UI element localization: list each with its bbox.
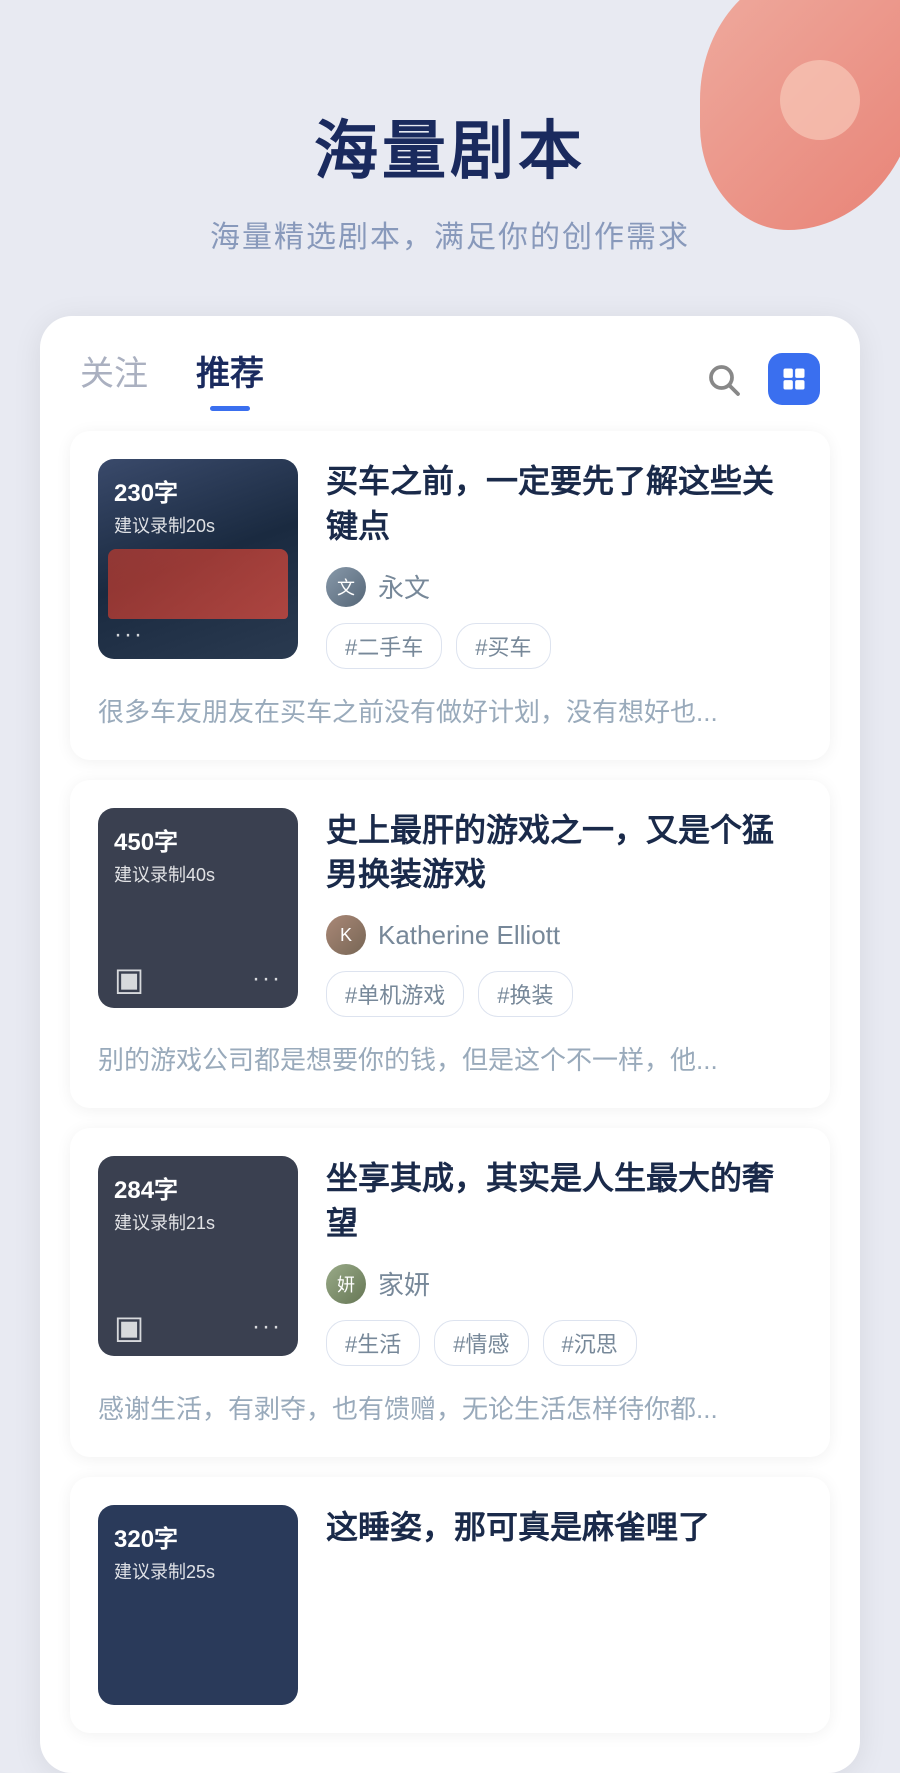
card-title-1: 买车之前，一定要先了解这些关键点 — [326, 459, 802, 549]
script-card-2[interactable]: 450字 建议录制40s ▣ ··· 史上最肝的游戏之一，又是个猛男换装游戏 K… — [70, 780, 830, 1109]
author-name-1: 永文 — [378, 568, 430, 605]
tab-follow[interactable]: 关注 — [80, 346, 148, 411]
author-row-2: K Katherine Elliott — [326, 915, 802, 955]
card-preview-1: 很多车友朋友在买车之前没有做好计划，没有想好也... — [98, 689, 802, 732]
duration-3: 建议录制21s — [114, 1209, 282, 1235]
car-illustration — [108, 549, 288, 619]
tag-1-0[interactable]: #二手车 — [326, 623, 442, 669]
script-card-3[interactable]: 284字 建议录制21s ▣ ··· 坐享其成，其实是人生最大的奢望 妍 家妍 — [70, 1128, 830, 1457]
thumbnail-overlay-1: 230字 建议录制20s — [98, 459, 298, 538]
author-row-3: 妍 家妍 — [326, 1264, 802, 1304]
card-preview-2: 别的游戏公司都是想要你的钱，但是这个不一样，他... — [98, 1037, 802, 1080]
tag-3-1[interactable]: #情感 — [434, 1320, 528, 1366]
duration-2: 建议录制40s — [114, 861, 282, 887]
card-info-1: 买车之前，一定要先了解这些关键点 文 永文 #二手车 #买车 — [326, 459, 802, 669]
film-icon-2: ▣ — [114, 960, 144, 998]
author-avatar-1: 文 — [326, 567, 366, 607]
author-avatar-2: K — [326, 915, 366, 955]
card-title-2: 史上最肝的游戏之一，又是个猛男换装游戏 — [326, 808, 802, 898]
card-preview-3: 感谢生活，有剥夺，也有馈赠，无论生活怎样待你都... — [98, 1386, 802, 1429]
script-card-1[interactable]: 230字 建议录制20s ··· 买车之前，一定要先了解这些关键点 文 永文 — [70, 431, 830, 760]
card-info-2: 史上最肝的游戏之一，又是个猛男换装游戏 K Katherine Elliott … — [326, 808, 802, 1018]
duration-4: 建议录制25s — [114, 1558, 282, 1584]
thumbnail-2: 450字 建议录制40s ▣ ··· — [98, 808, 298, 1008]
tag-2-0[interactable]: #单机游戏 — [326, 971, 464, 1017]
tag-2-1[interactable]: #换装 — [478, 971, 572, 1017]
word-count-1: 230字 — [114, 473, 282, 508]
word-count-2: 450字 — [114, 822, 282, 857]
word-count-4: 320字 — [114, 1519, 282, 1554]
tag-1-1[interactable]: #买车 — [456, 623, 550, 669]
card-title-3: 坐享其成，其实是人生最大的奢望 — [326, 1156, 802, 1246]
main-card: 关注 推荐 230字 建议录制20 — [40, 316, 860, 1773]
tag-3-2[interactable]: #沉思 — [543, 1320, 637, 1366]
tags-row-2: #单机游戏 #换装 — [326, 971, 802, 1017]
thumbnail-overlay-4: 320字 建议录制25s — [98, 1505, 298, 1584]
grid-menu-button[interactable] — [768, 353, 820, 405]
card-info-4: 这睡姿，那可真是麻雀哩了 — [326, 1505, 802, 1568]
content-list: 230字 建议录制20s ··· 买车之前，一定要先了解这些关键点 文 永文 — [40, 411, 860, 1753]
thumbnail-1: 230字 建议录制20s ··· — [98, 459, 298, 659]
tags-row-1: #二手车 #买车 — [326, 623, 802, 669]
author-row-1: 文 永文 — [326, 567, 802, 607]
card-top-3: 284字 建议录制21s ▣ ··· 坐享其成，其实是人生最大的奢望 妍 家妍 — [98, 1156, 802, 1366]
grid-icon — [780, 365, 808, 393]
thumb-bottom-1: ··· — [98, 621, 298, 649]
word-count-3: 284字 — [114, 1170, 282, 1205]
thumbnail-overlay-3: 284字 建议录制21s — [98, 1156, 298, 1235]
page-main-title: 海量剧本 — [0, 100, 900, 192]
tab-recommend[interactable]: 推荐 — [196, 346, 264, 411]
search-icon — [705, 361, 741, 397]
author-name-2: Katherine Elliott — [378, 920, 560, 951]
film-icon-3: ▣ — [114, 1308, 144, 1346]
author-name-3: 家妍 — [378, 1265, 430, 1302]
duration-1: 建议录制20s — [114, 512, 282, 538]
card-top-1: 230字 建议录制20s ··· 买车之前，一定要先了解这些关键点 文 永文 — [98, 459, 802, 669]
card-top-2: 450字 建议录制40s ▣ ··· 史上最肝的游戏之一，又是个猛男换装游戏 K… — [98, 808, 802, 1018]
card-info-3: 坐享其成，其实是人生最大的奢望 妍 家妍 #生活 #情感 #沉思 — [326, 1156, 802, 1366]
thumb-dots-2: ··· — [252, 965, 282, 993]
thumbnail-4: 320字 建议录制25s — [98, 1505, 298, 1705]
search-button[interactable] — [698, 354, 748, 404]
thumb-dots-1: ··· — [114, 621, 144, 649]
thumb-bottom-2: ▣ ··· — [98, 960, 298, 998]
thumb-dots-3: ··· — [252, 1313, 282, 1341]
header-section: 海量剧本 海量精选剧本，满足你的创作需求 — [0, 0, 900, 316]
thumb-bottom-3: ▣ ··· — [98, 1308, 298, 1346]
tag-3-0[interactable]: #生活 — [326, 1320, 420, 1366]
thumbnail-3: 284字 建议录制21s ▣ ··· — [98, 1156, 298, 1356]
thumbnail-overlay-2: 450字 建议录制40s — [98, 808, 298, 887]
tags-row-3: #生活 #情感 #沉思 — [326, 1320, 802, 1366]
card-title-4: 这睡姿，那可真是麻雀哩了 — [326, 1505, 802, 1550]
tabs-bar: 关注 推荐 — [40, 316, 860, 411]
author-avatar-3: 妍 — [326, 1264, 366, 1304]
script-card-4[interactable]: 320字 建议录制25s 这睡姿，那可真是麻雀哩了 — [70, 1477, 830, 1733]
page-sub-title: 海量精选剧本，满足你的创作需求 — [0, 212, 900, 256]
